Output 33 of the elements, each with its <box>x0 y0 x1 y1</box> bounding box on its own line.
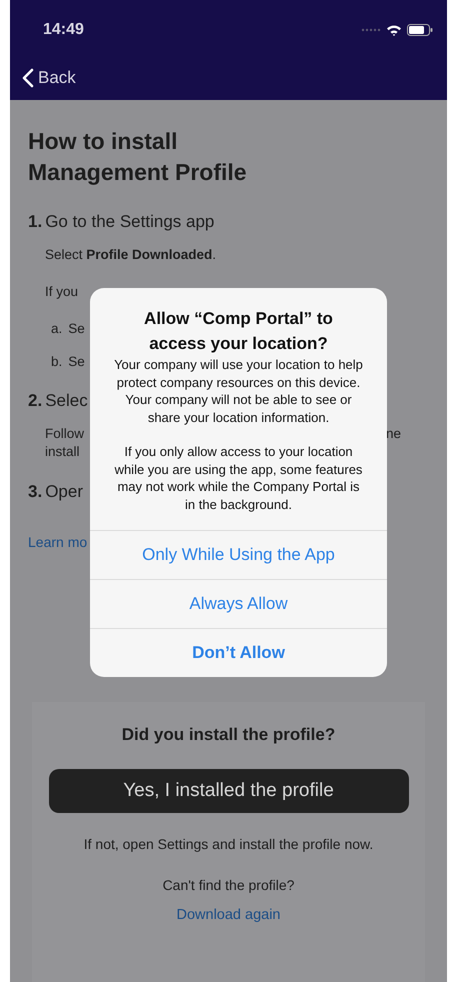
dialog-title: Allow “Comp Portal” to access your location? <box>143 308 334 355</box>
battery-icon <box>407 24 433 36</box>
list-marker: b. <box>51 353 62 371</box>
dialog-message: If you only allow access to your location while you are using the app, some features may not work while the Company Portal is in the background. <box>114 443 364 513</box>
page-title: How to install Management Profile <box>28 127 248 187</box>
instruction-text: install <box>45 443 80 461</box>
dialog-button[interactable]: Always Allow <box>90 579 387 628</box>
instruction-text: Follow <box>45 425 84 443</box>
hint-text: If not, open Settings and install the profile now. <box>84 835 374 853</box>
step-title: Oper <box>45 481 83 503</box>
status-time: 14:49 <box>43 21 84 39</box>
step-number: 1. <box>28 211 42 233</box>
chevron-left-icon <box>22 68 34 88</box>
dialog-message: Your company will use your location to help protect company resources on this device. Your company will not be able to see or share your location information. <box>113 356 364 426</box>
installed-button[interactable]: Yes, I installed the profile <box>48 769 408 813</box>
dialog-button[interactable]: Don’t Allow <box>90 628 387 677</box>
signal-icon <box>361 28 381 32</box>
question-text: Did you install the profile? <box>122 724 336 746</box>
step-number: 3. <box>28 481 42 503</box>
list-item-text: Se <box>68 353 85 371</box>
list-item-text: Se <box>68 320 85 338</box>
back-button[interactable]: Back <box>18 68 80 88</box>
step-number: 2. <box>28 390 42 412</box>
list-marker: a. <box>51 320 62 338</box>
help-question-text: Can't find the profile? <box>162 876 294 894</box>
instruction-text: Select Profile Downloaded. <box>45 246 216 264</box>
dialog-button[interactable]: Only While Using the App <box>90 530 387 579</box>
step-title: Go to the Settings app <box>45 211 214 233</box>
instruction-text: ne <box>386 425 401 443</box>
step-title: Selec <box>45 390 88 412</box>
download-again-link[interactable]: Download again <box>176 906 280 924</box>
instruction-text: If you <box>45 283 78 301</box>
wifi-icon <box>386 24 402 36</box>
